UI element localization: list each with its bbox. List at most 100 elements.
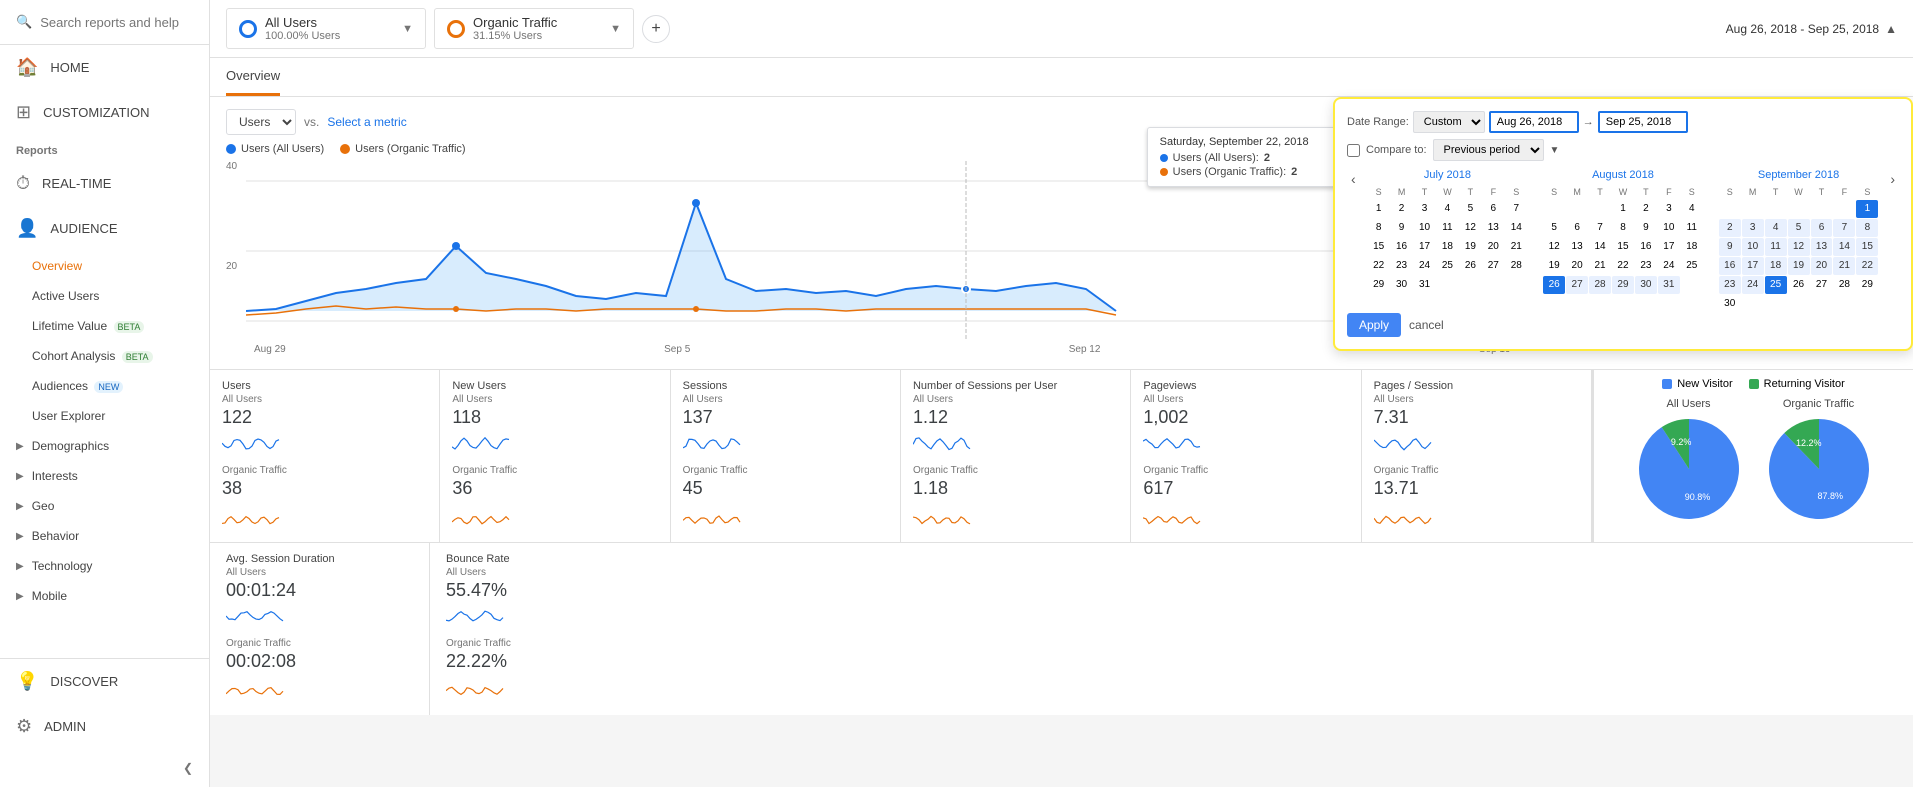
sidebar-sub-cohort[interactable]: Cohort Analysis BETA: [0, 341, 209, 371]
cal-day-3[interactable]: 3: [1658, 200, 1680, 218]
compare-type-select[interactable]: Previous period: [1433, 139, 1544, 161]
search-bar[interactable]: 🔍 Search reports and help: [0, 0, 209, 45]
cal-day-24[interactable]: 24: [1742, 276, 1764, 294]
cal-day-21[interactable]: 21: [1505, 238, 1527, 256]
cal-day-6[interactable]: 6: [1811, 219, 1833, 237]
cal-day-5[interactable]: 5: [1543, 219, 1565, 237]
add-segment-button[interactable]: +: [642, 15, 670, 43]
cal-day-29[interactable]: 29: [1856, 276, 1878, 294]
sidebar-item-home[interactable]: 🏠 HOME: [0, 45, 209, 90]
cal-day-3[interactable]: 3: [1414, 200, 1436, 218]
cal-day-7[interactable]: 7: [1589, 219, 1611, 237]
sidebar-expand-technology[interactable]: ▶ Technology: [0, 551, 209, 581]
segment-organic-traffic[interactable]: Organic Traffic 31.15% Users ▼: [434, 8, 634, 49]
cal-day-1[interactable]: 1: [1856, 200, 1878, 218]
sidebar-item-customization[interactable]: ⊞ CUSTOMIZATION: [0, 90, 209, 135]
cal-day-7[interactable]: 7: [1833, 219, 1855, 237]
cal-day-9[interactable]: 9: [1719, 238, 1741, 256]
sidebar-expand-interests[interactable]: ▶ Interests: [0, 461, 209, 491]
cal-day-8[interactable]: 8: [1612, 219, 1634, 237]
cal-day-1[interactable]: 1: [1612, 200, 1634, 218]
cal-day-25[interactable]: 25: [1765, 276, 1787, 294]
cal-day-17[interactable]: 17: [1658, 238, 1680, 256]
end-date-input[interactable]: [1598, 111, 1688, 133]
cal-day-17[interactable]: 17: [1742, 257, 1764, 275]
cal-day-3[interactable]: 3: [1742, 219, 1764, 237]
cal-day-25[interactable]: 25: [1436, 257, 1458, 275]
cal-next-button[interactable]: ›: [1886, 169, 1899, 189]
cal-day-23[interactable]: 23: [1719, 276, 1741, 294]
cal-day-17[interactable]: 17: [1414, 238, 1436, 256]
sidebar-item-audience[interactable]: 👤 AUDIENCE: [0, 206, 209, 251]
sidebar-item-discover[interactable]: 💡 DISCOVER: [0, 659, 209, 704]
cal-day-21[interactable]: 21: [1833, 257, 1855, 275]
cal-day-19[interactable]: 19: [1459, 238, 1481, 256]
date-range-type-select[interactable]: Custom: [1413, 111, 1485, 133]
cal-day-8[interactable]: 8: [1856, 219, 1878, 237]
cal-day-12[interactable]: 12: [1459, 219, 1481, 237]
cal-day-26[interactable]: 26: [1459, 257, 1481, 275]
cal-day-30[interactable]: 30: [1635, 276, 1657, 294]
cal-day-24[interactable]: 24: [1414, 257, 1436, 275]
cal-day-27[interactable]: 27: [1811, 276, 1833, 294]
cal-day-9[interactable]: 9: [1635, 219, 1657, 237]
cal-day-23[interactable]: 23: [1635, 257, 1657, 275]
collapse-sidebar-button[interactable]: ❮: [0, 749, 209, 787]
cal-day-23[interactable]: 23: [1391, 257, 1413, 275]
start-date-input[interactable]: [1489, 111, 1579, 133]
sidebar-sub-lifetime-value[interactable]: Lifetime Value BETA: [0, 311, 209, 341]
cal-day-9[interactable]: 9: [1391, 219, 1413, 237]
cal-day-24[interactable]: 24: [1658, 257, 1680, 275]
cal-day-13[interactable]: 13: [1566, 238, 1588, 256]
cal-day-20[interactable]: 20: [1811, 257, 1833, 275]
cal-day-2[interactable]: 2: [1719, 219, 1741, 237]
cal-day-26[interactable]: 26: [1543, 276, 1565, 294]
cal-day-28[interactable]: 28: [1505, 257, 1527, 275]
cal-day-20[interactable]: 20: [1566, 257, 1588, 275]
cal-day-18[interactable]: 18: [1765, 257, 1787, 275]
cal-day-12[interactable]: 12: [1543, 238, 1565, 256]
segment-all-users[interactable]: All Users 100.00% Users ▼: [226, 8, 426, 49]
cal-day-10[interactable]: 10: [1658, 219, 1680, 237]
cal-day-19[interactable]: 19: [1543, 257, 1565, 275]
sidebar-sub-user-explorer[interactable]: User Explorer: [0, 401, 209, 431]
cal-day-21[interactable]: 21: [1589, 257, 1611, 275]
cal-day-11[interactable]: 11: [1681, 219, 1703, 237]
sidebar-sub-overview[interactable]: Overview: [0, 251, 209, 281]
cal-day-22[interactable]: 22: [1368, 257, 1390, 275]
cal-day-4[interactable]: 4: [1765, 219, 1787, 237]
cal-prev-button[interactable]: ‹: [1347, 169, 1360, 189]
cal-day-14[interactable]: 14: [1505, 219, 1527, 237]
cal-day-29[interactable]: 29: [1368, 276, 1390, 294]
cal-day-18[interactable]: 18: [1436, 238, 1458, 256]
cal-day-27[interactable]: 27: [1482, 257, 1504, 275]
cal-day-22[interactable]: 22: [1612, 257, 1634, 275]
tab-overview[interactable]: Overview: [226, 58, 280, 96]
cal-day-18[interactable]: 18: [1681, 238, 1703, 256]
cal-day-16[interactable]: 16: [1391, 238, 1413, 256]
cal-day-6[interactable]: 6: [1566, 219, 1588, 237]
metric-select[interactable]: Users: [226, 109, 296, 135]
cal-day-22[interactable]: 22: [1856, 257, 1878, 275]
sidebar-item-admin[interactable]: ⚙ ADMIN: [0, 704, 209, 749]
cal-day-30[interactable]: 30: [1719, 295, 1741, 313]
cal-day-15[interactable]: 15: [1612, 238, 1634, 256]
cal-day-31[interactable]: 31: [1658, 276, 1680, 294]
cal-day-13[interactable]: 13: [1811, 238, 1833, 256]
cal-day-16[interactable]: 16: [1719, 257, 1741, 275]
cal-day-25[interactable]: 25: [1681, 257, 1703, 275]
sidebar-expand-behavior[interactable]: ▶ Behavior: [0, 521, 209, 551]
cal-day-10[interactable]: 10: [1414, 219, 1436, 237]
sidebar-expand-geo[interactable]: ▶ Geo: [0, 491, 209, 521]
cal-day-11[interactable]: 11: [1436, 219, 1458, 237]
compare-checkbox[interactable]: [1347, 144, 1360, 157]
cal-day-16[interactable]: 16: [1635, 238, 1657, 256]
cal-day-5[interactable]: 5: [1788, 219, 1810, 237]
apply-button[interactable]: Apply: [1347, 313, 1401, 337]
cal-day-19[interactable]: 19: [1788, 257, 1810, 275]
cal-day-10[interactable]: 10: [1742, 238, 1764, 256]
cal-day-6[interactable]: 6: [1482, 200, 1504, 218]
cancel-button[interactable]: cancel: [1409, 318, 1444, 332]
cal-day-5[interactable]: 5: [1459, 200, 1481, 218]
cal-day-26[interactable]: 26: [1788, 276, 1810, 294]
